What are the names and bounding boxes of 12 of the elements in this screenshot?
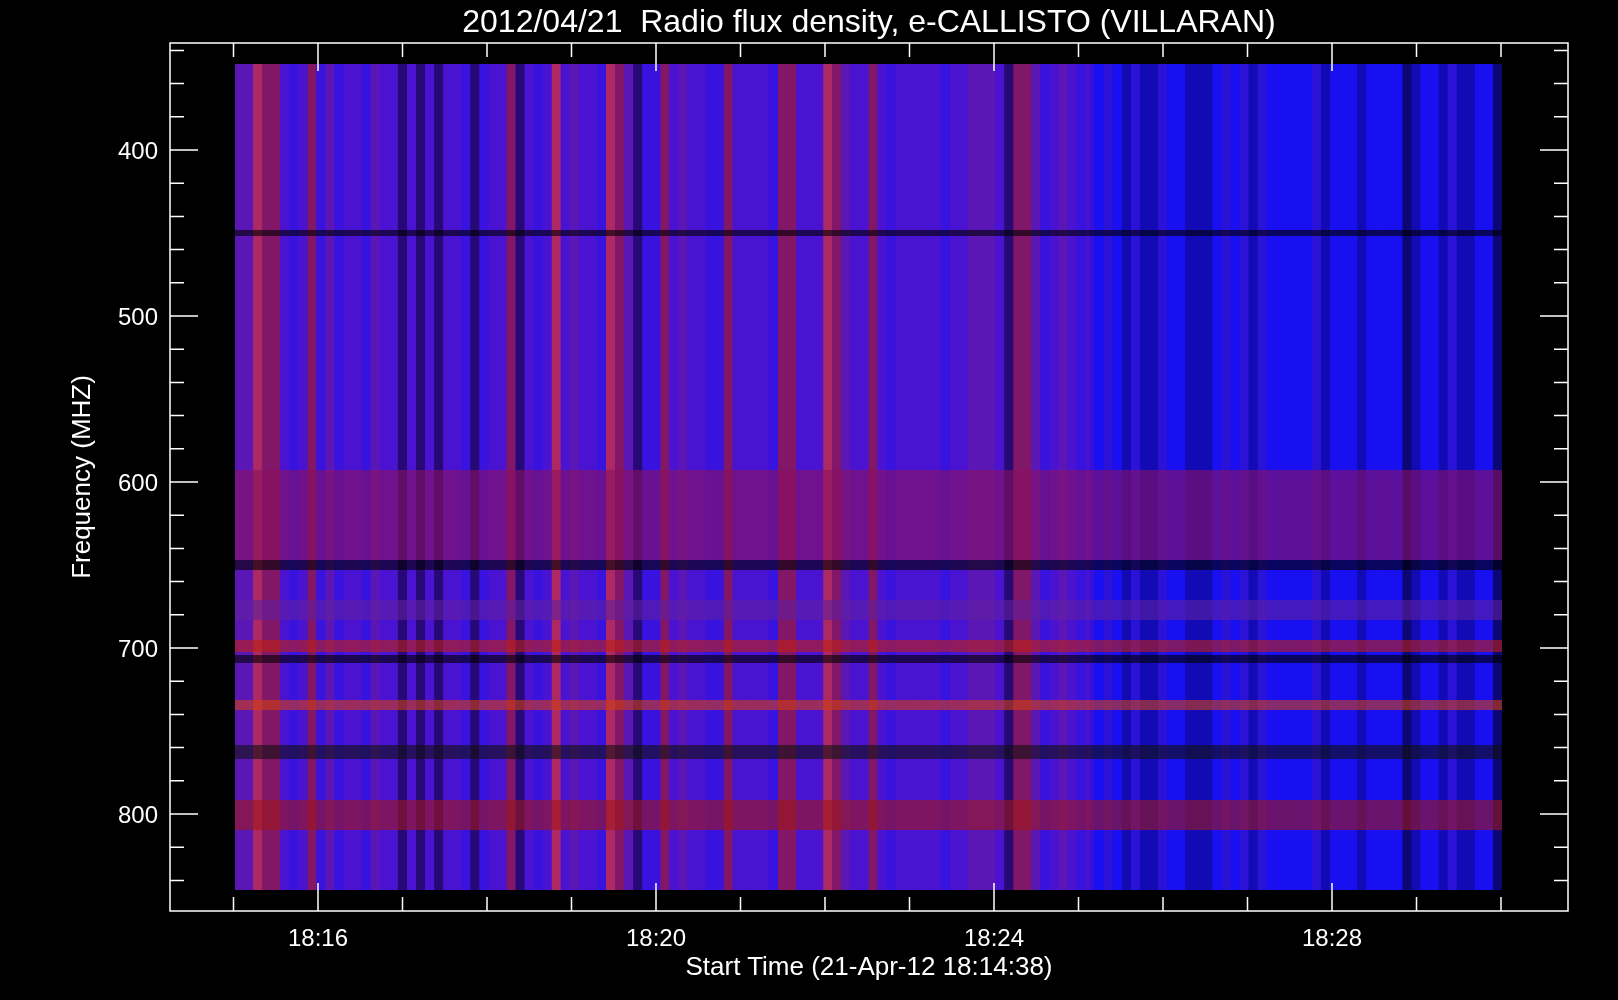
y-tick-label: 800 [117, 801, 158, 828]
chart-title: 2012/04/21 Radio flux density, e-CALLISTO (VILLARAN) [462, 3, 1276, 39]
x-tick-label: 18:20 [625, 924, 687, 951]
x-tick-label: 18:16 [287, 924, 349, 951]
y-tick-label: 700 [117, 635, 158, 662]
y-tick-label: 400 [117, 137, 158, 164]
y-tick-label: 500 [117, 303, 158, 330]
y-tick-label: 600 [117, 469, 158, 496]
x-axis-title: Start Time (21-Apr-12 18:14:38) [685, 951, 1053, 981]
x-tick-label: 18:28 [1301, 924, 1363, 951]
x-tick-label: 18:24 [963, 924, 1025, 951]
y-axis-title: Frequency (MHZ) [66, 375, 96, 579]
